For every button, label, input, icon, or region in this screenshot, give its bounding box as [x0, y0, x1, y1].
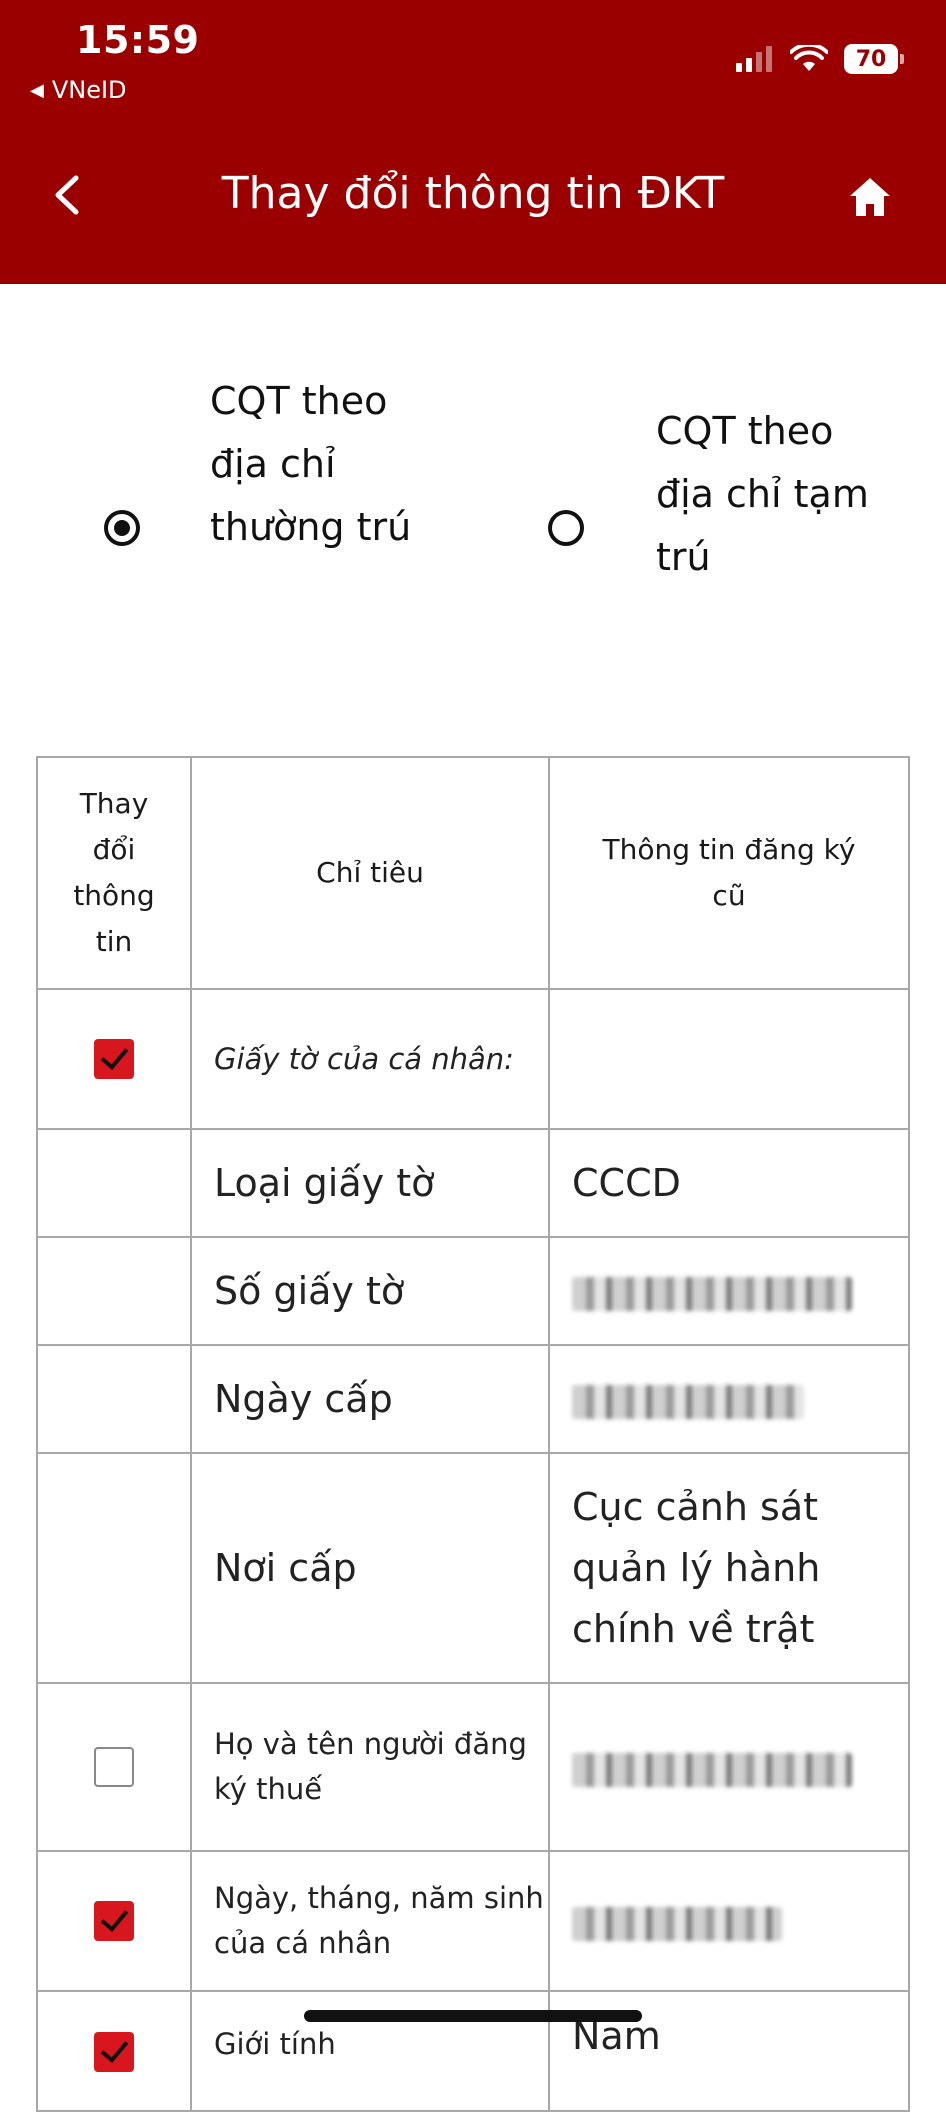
redacted-value: [572, 1906, 782, 1941]
table-row: Loại giấy tờ CCCD: [36, 1128, 910, 1238]
page-title: Thay đổi thông tin ĐKT: [221, 168, 725, 219]
old-value-cell: [548, 1850, 910, 1992]
battery-indicator: 70: [844, 44, 904, 74]
home-icon[interactable]: [846, 174, 894, 220]
indicator-cell: Ngày, tháng, năm sinh của cá nhân: [190, 1850, 550, 1992]
table-row: Giới tính Nam: [36, 1990, 910, 2112]
col-header-indicator: Chỉ tiêu: [190, 756, 550, 990]
radio-temporary-address[interactable]: [548, 510, 584, 546]
table-row: Họ và tên người đăng ký thuế: [36, 1682, 910, 1852]
row-checkbox-cell: [36, 1236, 192, 1346]
checkbox-checked[interactable]: [94, 2032, 134, 2072]
change-info-table: Thay đổi thông tin Chỉ tiêu Thông tin đă…: [36, 756, 910, 2112]
row-checkbox-cell: [36, 1452, 192, 1684]
table-row: Nơi cấp Cục cảnh sát quản lý hành chính …: [36, 1452, 910, 1684]
indicator-cell: Loại giấy tờ: [190, 1128, 550, 1238]
back-to-app-link[interactable]: ◀ VNeID: [30, 76, 127, 104]
back-app-label: VNeID: [51, 76, 127, 104]
old-value-cell: Nam: [548, 1990, 910, 2112]
row-checkbox-cell: [36, 1344, 192, 1454]
table-header-row: Thay đổi thông tin Chỉ tiêu Thông tin đă…: [36, 756, 910, 990]
col-header-old-info: Thông tin đăng ký cũ: [548, 756, 910, 990]
tax-office-selector: CQT theo địa chỉ thường trú CQT theo địa…: [0, 284, 946, 754]
indicator-cell: Số giấy tờ: [190, 1236, 550, 1346]
radio-temporary-address-label[interactable]: CQT theo địa chỉ tạm trú: [656, 400, 886, 589]
indicator-cell: Họ và tên người đăng ký thuế: [190, 1682, 550, 1852]
wifi-icon: [790, 45, 828, 71]
status-icons: 70: [736, 44, 904, 74]
checkbox-unchecked[interactable]: [94, 1747, 134, 1787]
indicator-cell: Giới tính: [190, 1990, 550, 2112]
signal-icon: [736, 46, 772, 72]
redacted-value: [572, 1276, 852, 1311]
home-indicator[interactable]: [304, 2010, 642, 2022]
old-value-cell: [548, 988, 910, 1130]
old-value-cell: CCCD: [548, 1128, 910, 1238]
redacted-value: [572, 1752, 852, 1787]
checkbox-checked[interactable]: [94, 1039, 134, 1079]
row-checkbox-cell: [36, 1850, 192, 1992]
redacted-value: [572, 1384, 804, 1419]
app-header: 15:59 ◀ VNeID 70 Thay đổi thông tin ĐKT: [0, 0, 946, 284]
table-row: Số giấy tờ: [36, 1236, 910, 1346]
radio-permanent-address[interactable]: [104, 510, 140, 546]
status-time: 15:59: [76, 18, 200, 62]
indicator-cell: Nơi cấp: [190, 1452, 550, 1684]
table-row: Giấy tờ của cá nhân:: [36, 988, 910, 1130]
table-row: Ngày, tháng, năm sinh của cá nhân: [36, 1850, 910, 1992]
table-row: Ngày cấp: [36, 1344, 910, 1454]
row-checkbox-cell: [36, 1128, 192, 1238]
old-value-cell: [548, 1236, 910, 1346]
indicator-cell: Ngày cấp: [190, 1344, 550, 1454]
old-value-cell: Cục cảnh sát quản lý hành chính về trật: [548, 1452, 910, 1684]
col-header-change: Thay đổi thông tin: [36, 756, 192, 990]
checkbox-checked[interactable]: [94, 1901, 134, 1941]
old-value-cell: [548, 1682, 910, 1852]
indicator-cell: Giấy tờ của cá nhân:: [190, 988, 550, 1130]
row-checkbox-cell: [36, 1990, 192, 2112]
row-checkbox-cell: [36, 988, 192, 1130]
row-checkbox-cell: [36, 1682, 192, 1852]
old-value-cell: [548, 1344, 910, 1454]
radio-permanent-address-label[interactable]: CQT theo địa chỉ thường trú: [210, 370, 440, 559]
back-triangle-icon: ◀: [30, 79, 44, 101]
